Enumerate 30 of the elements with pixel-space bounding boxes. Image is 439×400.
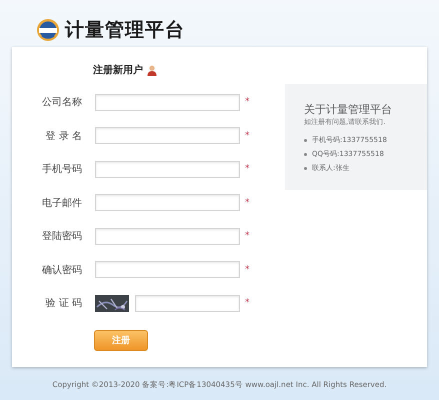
- required-mark: *: [245, 264, 250, 274]
- bullet-icon: [304, 152, 307, 156]
- logo-icon: [36, 18, 60, 42]
- password-field[interactable]: [95, 228, 240, 244]
- required-mark: *: [245, 231, 250, 241]
- field-label: 验 证 码: [44, 297, 82, 310]
- required-mark: *: [245, 97, 250, 107]
- captcha-field[interactable]: [135, 294, 240, 312]
- required-mark: *: [245, 164, 250, 174]
- required-mark: *: [245, 298, 250, 308]
- input-field[interactable]: [95, 94, 240, 110]
- panel-title: 关于计量管理平台: [304, 102, 393, 117]
- register-button[interactable]: 注册: [94, 330, 148, 350]
- field-label: 电子邮件: [41, 196, 82, 210]
- required-mark: *: [245, 198, 250, 208]
- field-label: 公司名称: [41, 96, 82, 109]
- site-title: 计量管理平台: [65, 18, 185, 42]
- field-label: 登陆密码: [41, 230, 82, 243]
- field-label: 手机号码: [41, 162, 82, 176]
- input-field[interactable]: [95, 194, 240, 211]
- bullet-icon: [304, 138, 307, 142]
- user-icon: [147, 64, 157, 76]
- input-field[interactable]: [95, 127, 240, 144]
- input-field[interactable]: [95, 160, 240, 178]
- field-label: 登 录 名: [44, 130, 82, 142]
- required-mark: *: [245, 130, 250, 140]
- bullet-icon: [304, 166, 307, 170]
- password-field[interactable]: [95, 261, 240, 278]
- field-label: 确认密码: [41, 264, 82, 276]
- form-title: 注册新用户: [93, 63, 143, 77]
